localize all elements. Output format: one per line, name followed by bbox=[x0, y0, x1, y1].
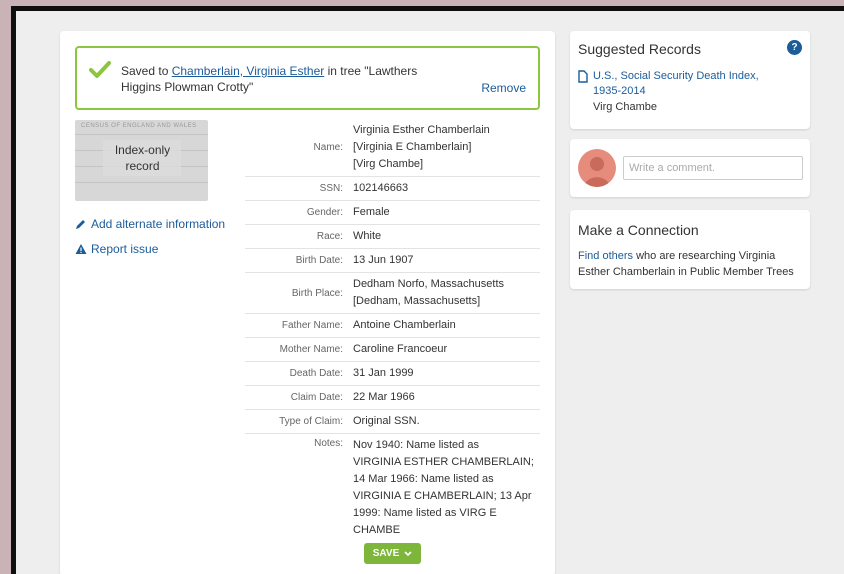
field-value: Original SSN. bbox=[353, 409, 540, 434]
field-label: Name: bbox=[245, 119, 353, 177]
suggested-records-title: Suggested Records bbox=[578, 41, 701, 57]
pencil-icon bbox=[76, 220, 85, 229]
field-value-line: Dedham Norfo, Massachusetts bbox=[353, 278, 505, 290]
save-label: SAVE bbox=[372, 548, 400, 559]
help-icon[interactable]: ? bbox=[787, 40, 802, 55]
suggested-record-name: Virg Chambe bbox=[593, 101, 657, 113]
suggested-records-card: Suggested Records ? U.S., Social Securit… bbox=[570, 31, 810, 129]
report-issue-link[interactable]: Report issue bbox=[75, 242, 158, 256]
field-value-line: 1999: Name listed as VIRG E bbox=[353, 507, 497, 519]
field-value: Caroline Francoeur bbox=[353, 337, 540, 362]
avatar bbox=[578, 149, 616, 187]
field-value-line: 31 Jan 1999 bbox=[353, 367, 414, 379]
field-label: Gender: bbox=[245, 200, 353, 225]
field-label: Father Name: bbox=[245, 313, 353, 338]
record-field-row: Claim Date: 22 Mar 1966 bbox=[245, 385, 540, 410]
record-field-row: Death Date: 31 Jan 1999 bbox=[245, 361, 540, 386]
add-alternate-label: Add alternate information bbox=[91, 217, 226, 231]
record-field-row: Mother Name: Caroline Francoeur bbox=[245, 337, 540, 362]
field-value: Dedham Norfo, Massachusetts [Dedham, Mass… bbox=[353, 272, 540, 314]
record-field-row: Race: White bbox=[245, 224, 540, 249]
field-label: Birth Place: bbox=[245, 272, 353, 314]
add-alternate-link[interactable]: Add alternate information bbox=[75, 217, 225, 231]
field-label: Type of Claim: bbox=[245, 409, 353, 434]
field-value-line: 102146663 bbox=[353, 182, 409, 194]
field-value: Nov 1940: Name listed as VIRGINIA ESTHER … bbox=[353, 434, 540, 543]
record-field-row: Type of Claim: Original SSN. bbox=[245, 409, 540, 434]
field-label: Mother Name: bbox=[245, 337, 353, 362]
field-value-line: White bbox=[353, 230, 382, 242]
saved-message: Saved to Chamberlain, Virginia Esther in… bbox=[121, 63, 421, 95]
saved-notice: Saved to Chamberlain, Virginia Esther in… bbox=[75, 46, 540, 110]
field-label: Death Date: bbox=[245, 361, 353, 386]
thumbnail-header: CENSUS OF ENGLAND AND WALES bbox=[81, 123, 197, 129]
record-field-row: Name: Virginia Esther Chamberlain [Virgini… bbox=[245, 119, 540, 177]
suggested-record-link[interactable]: U.S., Social Security Death Index, 1935-… bbox=[593, 69, 783, 99]
record-field-row: Father Name: Antoine Chamberlain bbox=[245, 313, 540, 338]
make-connection-title: Make a Connection bbox=[578, 222, 699, 238]
make-connection-text: Find others who are researching Virginia… bbox=[578, 248, 804, 280]
make-connection-card: Make a Connection Find others who are re… bbox=[570, 210, 810, 289]
field-value-line: VIRGINIA E CHAMBERLAIN; 13 Apr bbox=[353, 490, 532, 502]
find-others-link[interactable]: Find others bbox=[578, 250, 633, 262]
record-field-row: Notes: Nov 1940: Name listed as VIRGINIA E… bbox=[245, 434, 540, 543]
comment-card bbox=[570, 139, 810, 197]
page-content: Saved to Chamberlain, Virginia Esther in… bbox=[16, 11, 844, 574]
field-value: Virginia Esther Chamberlain [Virginia E C… bbox=[353, 119, 540, 177]
field-value: White bbox=[353, 224, 540, 249]
remove-link[interactable]: Remove bbox=[481, 81, 526, 95]
field-label: Race: bbox=[245, 224, 353, 249]
record-field-row: SSN: 102146663 bbox=[245, 176, 540, 201]
field-value-line: Antoine Chamberlain bbox=[353, 319, 456, 331]
field-value-line: [Dedham, Massachusetts] bbox=[353, 295, 481, 307]
field-value: 22 Mar 1966 bbox=[353, 385, 540, 410]
comment-input[interactable] bbox=[623, 156, 803, 180]
field-value-line: Nov 1940: Name listed as bbox=[353, 439, 479, 451]
field-value-line: Caroline Francoeur bbox=[353, 343, 448, 355]
field-value-line: 22 Mar 1966 bbox=[353, 391, 415, 403]
field-value-line: Female bbox=[353, 206, 390, 218]
field-value: 31 Jan 1999 bbox=[353, 361, 540, 386]
field-value: 102146663 bbox=[353, 176, 540, 201]
record-details-table: Name: Virginia Esther Chamberlain [Virgini… bbox=[245, 119, 540, 542]
record-field-row: Gender: Female bbox=[245, 200, 540, 225]
field-value-line: Original SSN. bbox=[353, 415, 420, 427]
field-value-line: Virginia Esther Chamberlain bbox=[353, 124, 490, 136]
field-value: Antoine Chamberlain bbox=[353, 313, 540, 338]
report-issue-label: Report issue bbox=[91, 242, 159, 256]
document-icon bbox=[578, 70, 588, 83]
field-value-line: CHAMBE bbox=[353, 524, 401, 536]
field-value-line: [Virg Chambe] bbox=[353, 158, 424, 170]
saved-person-link[interactable]: Chamberlain, Virginia Esther bbox=[172, 64, 325, 78]
field-label: Notes: bbox=[314, 438, 343, 449]
checkmark-icon bbox=[89, 61, 111, 78]
record-image-thumbnail[interactable]: CENSUS OF ENGLAND AND WALES Index-only r… bbox=[75, 120, 208, 201]
chevron-down-icon bbox=[404, 550, 412, 556]
record-field-row: Birth Date: 13 Jun 1907 bbox=[245, 248, 540, 273]
warning-icon bbox=[75, 244, 87, 254]
field-label: Birth Date: bbox=[245, 248, 353, 273]
saved-prefix: Saved to bbox=[121, 64, 169, 78]
field-value: 13 Jun 1907 bbox=[353, 248, 540, 273]
person-silhouette-icon bbox=[584, 157, 610, 187]
index-only-label: Index-only record bbox=[114, 143, 171, 173]
field-value-line: VIRGINIA ESTHER CHAMBERLAIN; bbox=[353, 456, 534, 468]
record-field-row: Birth Place: Dedham Norfo, Massachusetts [… bbox=[245, 272, 540, 314]
field-value-line: 14 Mar 1966: Name listed as bbox=[353, 473, 494, 485]
field-value: Female bbox=[353, 200, 540, 225]
field-label: SSN: bbox=[245, 176, 353, 201]
field-label: Claim Date: bbox=[245, 385, 353, 410]
field-value-line: 13 Jun 1907 bbox=[353, 254, 414, 266]
save-button[interactable]: SAVE bbox=[364, 543, 421, 564]
field-value-line: [Virginia E Chamberlain] bbox=[353, 141, 472, 153]
